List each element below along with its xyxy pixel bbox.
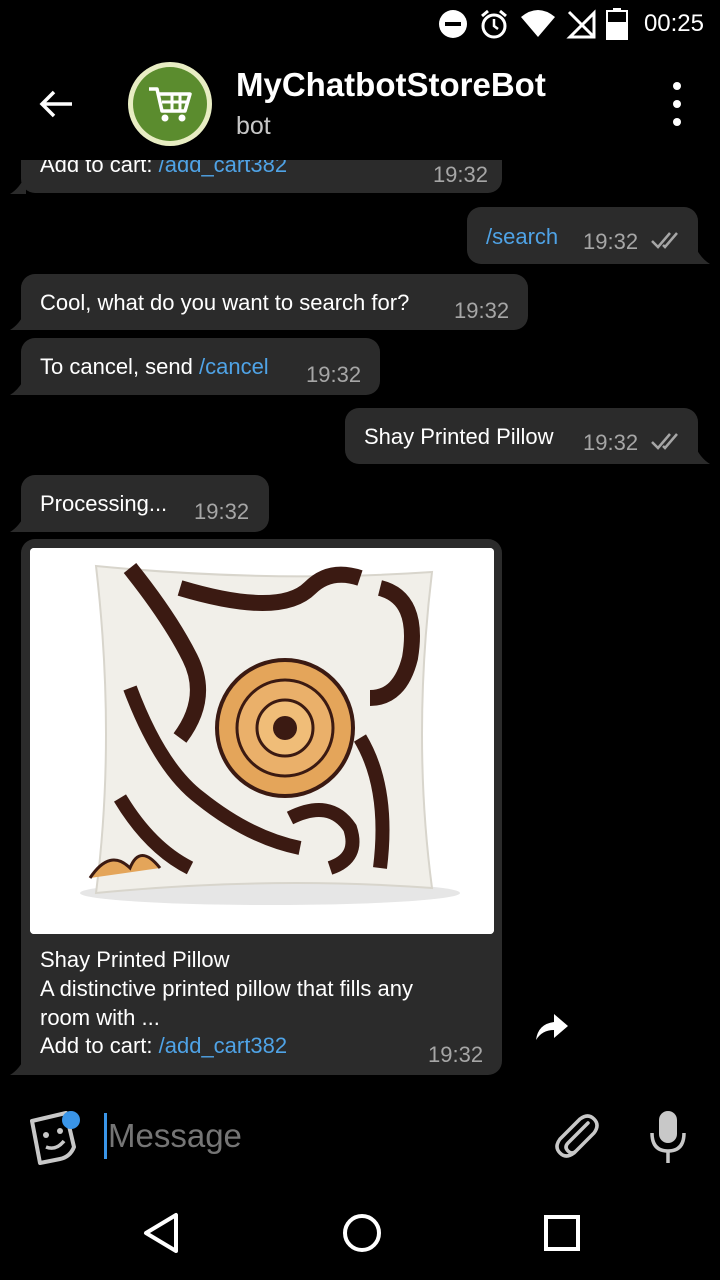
nav-home-button[interactable]: [338, 1209, 386, 1257]
more-vert-icon: [673, 82, 681, 90]
message-time: 19:32: [583, 229, 639, 254]
status-time: 00:25: [643, 10, 704, 37]
message-bubble-processing[interactable]: Processing... 19:32: [21, 475, 269, 532]
message-bubble-product[interactable]: Shay Printed Pillow A distinctive printe…: [21, 539, 502, 1075]
message-time: 19:32: [454, 298, 510, 323]
more-options-button[interactable]: [662, 82, 692, 126]
chat-subtitle: bot: [236, 112, 271, 140]
no-signal-icon: [566, 9, 596, 39]
circle-home-icon: [343, 1214, 381, 1252]
alarm-icon: [480, 9, 507, 39]
system-navigation-bar: [0, 1185, 720, 1280]
message-bubble-search-prompt[interactable]: Cool, what do you want to search for? 19…: [21, 274, 528, 330]
nav-back-button[interactable]: [138, 1209, 186, 1257]
share-button[interactable]: [534, 1012, 574, 1052]
cancel-command-link[interactable]: /cancel: [199, 354, 269, 379]
message-time: 19:32: [306, 362, 362, 387]
add-cart-link[interactable]: /add_cart382: [159, 1033, 287, 1058]
message-input[interactable]: [108, 1113, 528, 1159]
back-button[interactable]: [26, 74, 86, 134]
product-description-line2: room with ...: [40, 1005, 160, 1030]
product-image[interactable]: [30, 548, 494, 934]
bot-avatar[interactable]: [128, 62, 212, 146]
voice-record-button[interactable]: [646, 1109, 690, 1165]
message-text: Shay Printed Pillow: [364, 424, 554, 449]
add-cart-link[interactable]: /add_cart382: [159, 160, 287, 177]
attach-button[interactable]: [550, 1109, 602, 1161]
square-recents-icon: [544, 1215, 580, 1251]
message-bubble-cancel[interactable]: To cancel, send /cancel 19:32: [21, 338, 380, 395]
status-bar: 00:25: [0, 0, 720, 48]
message-text: Processing...: [40, 491, 168, 516]
read-checks-icon: [651, 232, 678, 249]
chat-screen: 00:25 MyChatbotStoreBot bot Add to cart:…: [0, 0, 720, 1280]
message-bubble-cart-prev[interactable]: Add to cart: /add_cart382 19:32: [21, 160, 502, 193]
wifi-icon: [520, 10, 555, 37]
nav-recents-button[interactable]: [538, 1209, 586, 1257]
share-arrow-icon: [536, 1014, 568, 1040]
microphone-icon: [650, 1111, 686, 1163]
message-time: 19:32: [194, 499, 250, 524]
message-time: 19:32: [428, 1042, 484, 1067]
message-bubble-query[interactable]: Shay Printed Pillow 19:32: [345, 408, 698, 464]
shopping-cart-icon: [149, 87, 192, 122]
product-description-line1: A distinctive printed pillow that fills …: [40, 976, 413, 1001]
message-text: Add to cart:: [40, 160, 159, 177]
pillow-image: [30, 548, 494, 934]
message-list[interactable]: Add to cart: /add_cart382 19:32 /search …: [0, 160, 720, 1085]
notification-dot: [62, 1111, 80, 1129]
message-input-bar: [0, 1085, 720, 1185]
message-bubble-search[interactable]: /search 19:32: [467, 207, 698, 264]
paperclip-icon: [555, 1114, 599, 1158]
search-command-link[interactable]: /search: [486, 224, 558, 249]
read-checks-icon: [651, 433, 678, 450]
battery-icon: [605, 8, 628, 40]
product-name: Shay Printed Pillow: [40, 947, 230, 972]
message-text: Cool, what do you want to search for?: [40, 290, 410, 315]
message-time: 19:32: [432, 162, 488, 187]
do-not-disturb-icon: [438, 10, 467, 38]
add-cart-label: Add to cart:: [40, 1033, 159, 1058]
message-time: 19:32: [583, 430, 639, 455]
arrow-left-icon: [39, 90, 72, 118]
chat-header: MyChatbotStoreBot bot: [0, 48, 720, 160]
text-cursor: [104, 1113, 107, 1159]
chat-title[interactable]: MyChatbotStoreBot: [236, 66, 546, 104]
message-text: To cancel, send: [40, 354, 199, 379]
triangle-back-icon: [144, 1213, 178, 1253]
